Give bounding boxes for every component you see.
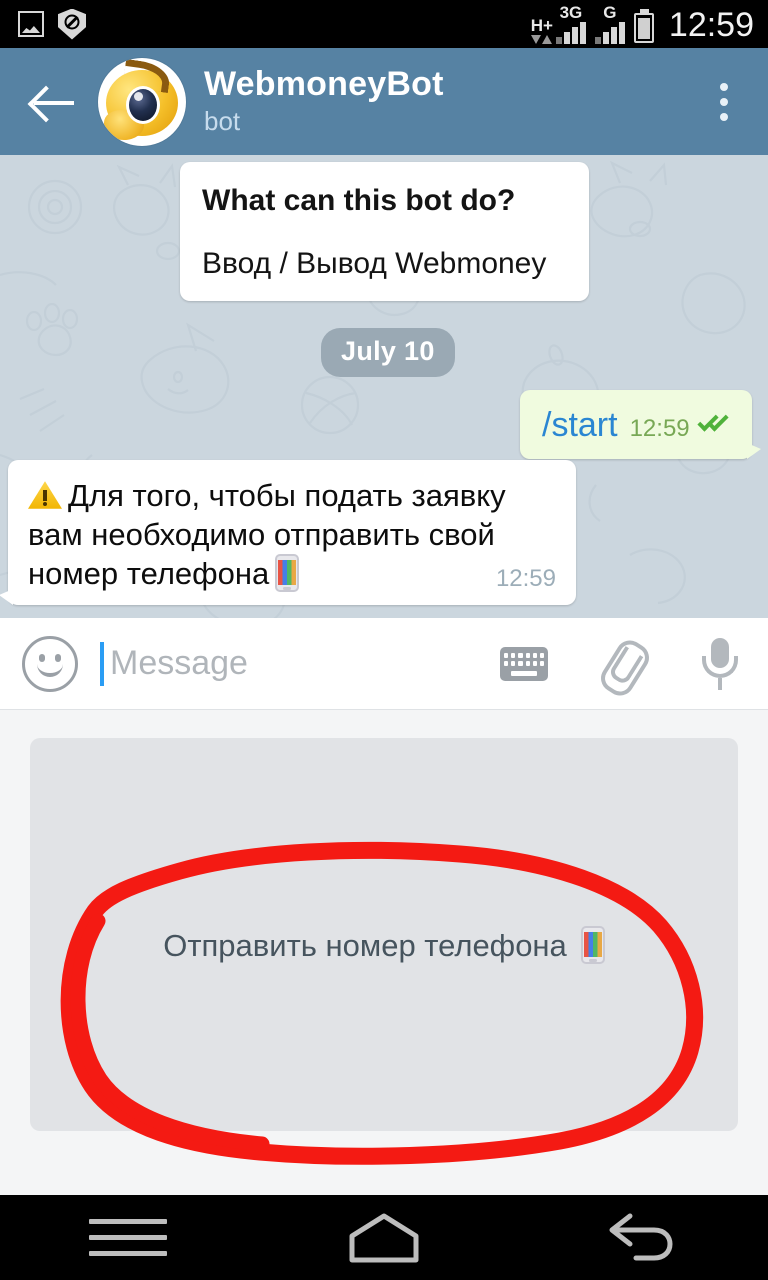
message-input-bar: Message bbox=[0, 618, 768, 710]
message-incoming[interactable]: Для того, чтобы подать заявку вам необхо… bbox=[0, 460, 576, 606]
network-indicator-primary: H+ 3G bbox=[531, 4, 586, 44]
header-title-block[interactable]: WebmoneyBot bot bbox=[204, 64, 444, 138]
battery-icon bbox=[633, 9, 654, 43]
mobile-phone-emoji bbox=[580, 926, 605, 964]
signal-bars-secondary bbox=[594, 22, 625, 44]
avatar[interactable] bbox=[98, 57, 186, 146]
system-navigation-bar bbox=[0, 1195, 768, 1280]
network-type-hplus: H+ bbox=[530, 16, 553, 35]
send-phone-number-label: Отправить номер телефона bbox=[163, 928, 567, 963]
message-text: Для того, чтобы подать заявку вам необхо… bbox=[28, 476, 556, 593]
message-input[interactable]: Message bbox=[110, 644, 500, 683]
shield-block-icon bbox=[58, 8, 86, 40]
message-time: 12:59 bbox=[629, 415, 690, 442]
signal-bars-primary bbox=[555, 22, 586, 44]
smiley-icon[interactable] bbox=[22, 635, 78, 692]
bot-info-bubble: What can this bot do? Ввод / Вывод Webmo… bbox=[180, 162, 589, 301]
nav-back-button[interactable] bbox=[512, 1210, 768, 1266]
bot-info-answer: Ввод / Вывод Webmoney bbox=[202, 246, 547, 280]
message-body: Для того, чтобы подать заявку вам необхо… bbox=[28, 478, 506, 592]
home-icon bbox=[346, 1210, 422, 1266]
back-icon bbox=[602, 1210, 678, 1266]
keyboard-panel-surface: Отправить номер телефона bbox=[30, 738, 738, 1131]
keyboard-icon[interactable] bbox=[500, 646, 548, 681]
status-bar: H+ 3G G 12:59 bbox=[0, 0, 768, 48]
header-subtitle: bot bbox=[204, 105, 241, 136]
image-icon bbox=[18, 11, 44, 37]
send-phone-number-button[interactable]: Отправить номер телефона bbox=[30, 926, 738, 964]
microphone-icon[interactable] bbox=[698, 636, 742, 692]
text-cursor bbox=[100, 641, 104, 686]
nav-home-button[interactable] bbox=[256, 1210, 512, 1266]
chat-area: What can this bot do? Ввод / Вывод Webmo… bbox=[0, 155, 768, 618]
back-arrow-icon[interactable] bbox=[28, 76, 80, 128]
warning-emoji bbox=[28, 480, 62, 510]
overflow-menu-icon[interactable] bbox=[702, 74, 746, 130]
network-type-g: G bbox=[603, 3, 617, 22]
network-indicator-secondary: G bbox=[594, 3, 625, 44]
status-bar-right-icons: H+ 3G G 12:59 bbox=[531, 4, 754, 44]
paperclip-icon[interactable] bbox=[600, 636, 646, 692]
bot-info-question: What can this bot do? bbox=[202, 184, 516, 217]
app-header: WebmoneyBot bot bbox=[0, 48, 768, 155]
message-outgoing[interactable]: /start 12:59 bbox=[520, 390, 761, 459]
date-divider: July 10 bbox=[321, 328, 455, 377]
nav-menu-button[interactable] bbox=[0, 1219, 256, 1256]
network-type-3g: 3G bbox=[559, 3, 583, 22]
message-text: /start bbox=[542, 406, 618, 444]
status-bar-left-icons bbox=[18, 8, 86, 40]
menu-icon bbox=[89, 1219, 167, 1256]
read-receipt-double-check-icon bbox=[697, 410, 732, 436]
status-bar-clock: 12:59 bbox=[668, 6, 754, 44]
message-time: 12:59 bbox=[495, 565, 556, 593]
mobile-phone-emoji bbox=[275, 554, 300, 593]
bot-keyboard-panel: Отправить номер телефона bbox=[0, 711, 768, 1195]
page-title: WebmoneyBot bbox=[204, 64, 444, 103]
